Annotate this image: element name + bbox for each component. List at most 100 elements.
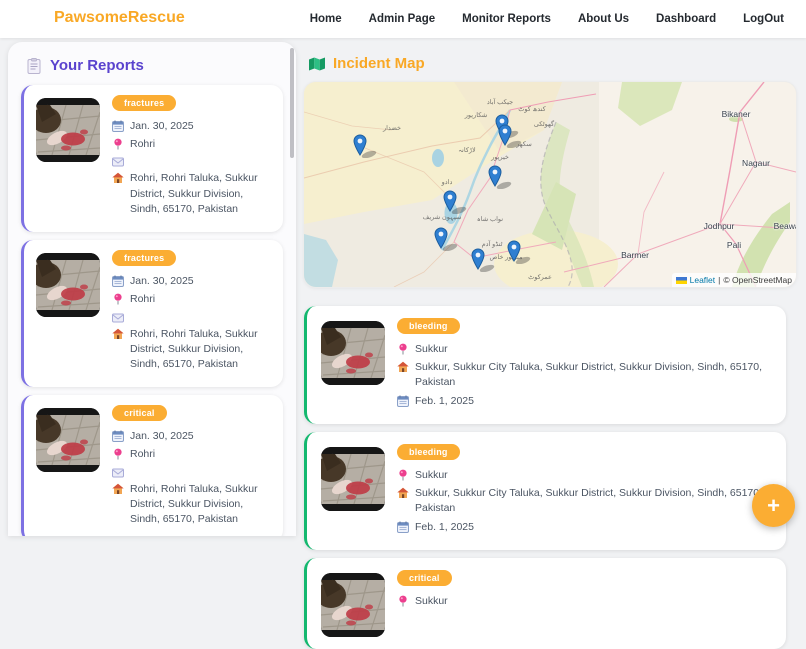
attribution-divider: | xyxy=(718,275,721,285)
leaflet-link[interactable]: Leaflet xyxy=(690,275,716,285)
detail-row xyxy=(112,155,273,168)
report-date: Jan. 30, 2025 xyxy=(130,430,194,443)
map-marker-icon[interactable] xyxy=(434,227,460,252)
detail-row: Rohri xyxy=(112,137,273,152)
clipboard-icon xyxy=(26,57,42,74)
map-marker-icon[interactable] xyxy=(507,240,533,265)
incident-address: Sukkur, Sukkur City Taluka, Sukkur Distr… xyxy=(415,361,763,389)
reports-list: fractures Jan. 30, 2025 Rohri Rohri, Rohri … xyxy=(8,85,296,536)
map-marker-icon[interactable] xyxy=(443,190,469,215)
incident-card[interactable]: bleeding Sukkur Sukkur, Sukkur City Taluka… xyxy=(304,306,786,424)
status-badge: bleeding xyxy=(397,318,460,334)
incident-card[interactable]: critical Sukkur xyxy=(304,557,786,649)
detail-row xyxy=(112,311,273,324)
detail-row: Rohri xyxy=(112,447,273,462)
status-badge: fractures xyxy=(112,95,177,111)
house-icon xyxy=(397,361,409,373)
nav-item-dashboard[interactable]: Dashboard xyxy=(656,13,716,25)
calendar-icon xyxy=(112,120,124,132)
card-details: critical Jan. 30, 2025 Rohri Rohri, Rohri T… xyxy=(112,405,273,530)
detail-row: Feb. 1, 2025 xyxy=(397,520,772,535)
calendar-icon xyxy=(112,430,124,443)
pin-icon xyxy=(397,595,409,607)
incident-city: Sukkur xyxy=(415,343,448,355)
mail-icon xyxy=(112,467,124,479)
report-address: Rohri, Rohri Taluka, Sukkur District, Su… xyxy=(130,327,258,370)
mail-icon xyxy=(112,312,124,324)
brand-logo[interactable]: PawsomeRescue xyxy=(54,9,185,27)
report-address: Rohri, Rohri Taluka, Sukkur District, Su… xyxy=(130,482,258,526)
openstreetmap-link[interactable]: © OpenStreetMap xyxy=(723,275,792,285)
nav-item-home[interactable]: Home xyxy=(310,13,342,25)
ukraine-flag-icon xyxy=(675,276,687,284)
animal-photo xyxy=(321,446,385,511)
report-date: Jan. 30, 2025 xyxy=(130,275,194,288)
detail-row: Sukkur xyxy=(397,342,772,357)
house-icon xyxy=(112,172,124,184)
detail-row: Sukkur, Sukkur City Taluka, Sukkur Distr… xyxy=(397,360,772,390)
top-navbar: PawsomeRescue Home Admin Page Monitor Repo… xyxy=(0,0,806,38)
card-details: fractures Jan. 30, 2025 Rohri Rohri, Rohri … xyxy=(112,250,273,375)
animal-photo xyxy=(321,321,385,385)
your-reports-panel: Your Reports fractures Jan. 30, 2025 Rohri… xyxy=(8,42,296,536)
calendar-icon xyxy=(112,275,124,288)
map-marker-icon[interactable] xyxy=(471,248,497,273)
detail-row: Jan. 30, 2025 xyxy=(112,274,273,289)
house-icon xyxy=(112,483,124,495)
pin-icon xyxy=(397,469,409,481)
pin-icon xyxy=(397,343,409,355)
detail-row: Rohri xyxy=(112,292,273,307)
pin-icon xyxy=(112,448,124,460)
incident-city: Sukkur xyxy=(415,594,448,607)
house-icon xyxy=(112,328,124,340)
map-marker-icon[interactable] xyxy=(353,134,379,159)
animal-photo xyxy=(321,572,385,637)
nav-item-about-us[interactable]: About Us xyxy=(578,13,629,25)
report-card[interactable]: critical Jan. 30, 2025 Rohri Rohri, Rohri T… xyxy=(21,395,283,536)
incident-date: Feb. 1, 2025 xyxy=(415,394,474,407)
calendar-icon xyxy=(397,395,409,407)
mail-icon xyxy=(112,156,124,168)
your-reports-title: Your Reports xyxy=(26,57,296,74)
map-attribution: Leaflet | © OpenStreetMap xyxy=(671,273,796,287)
nav-item-admin-page[interactable]: Admin Page xyxy=(369,13,435,25)
detail-row: Sukkur xyxy=(397,594,772,609)
incident-card[interactable]: bleeding Sukkur Sukkur, Sukkur City Taluka… xyxy=(304,431,786,550)
house-icon xyxy=(397,487,409,499)
pin-icon xyxy=(112,293,124,305)
detail-row: Feb. 1, 2025 xyxy=(397,394,772,409)
report-date: Jan. 30, 2025 xyxy=(130,120,194,132)
your-reports-label: Your Reports xyxy=(50,57,144,74)
incident-city: Sukkur xyxy=(415,468,448,481)
status-badge: critical xyxy=(112,405,167,422)
detail-row: Sukkur xyxy=(397,468,772,483)
report-card[interactable]: fractures Jan. 30, 2025 Rohri Rohri, Rohri … xyxy=(21,85,283,233)
incident-map-panel: Incident Map جیکب آباد کندھ کوٹ گھوٹکی ش… xyxy=(304,42,806,649)
report-address: Rohri, Rohri Taluka, Sukkur District, Su… xyxy=(130,172,258,215)
pin-icon xyxy=(112,138,124,150)
detail-row: Rohri, Rohri Taluka, Sukkur District, Su… xyxy=(112,171,273,217)
incident-date: Feb. 1, 2025 xyxy=(415,520,474,533)
animal-photo xyxy=(36,408,100,473)
status-badge: critical xyxy=(397,569,452,586)
left-panel-scrollbar[interactable] xyxy=(290,48,294,158)
animal-photo xyxy=(36,253,100,318)
map-icon xyxy=(309,57,325,71)
nav-item-monitor-reports[interactable]: Monitor Reports xyxy=(462,13,551,25)
report-city: Rohri xyxy=(130,293,156,306)
detail-row xyxy=(112,466,273,479)
map-marker-icon[interactable] xyxy=(498,124,524,149)
map-marker-icon[interactable] xyxy=(488,165,514,190)
add-report-fab[interactable]: + xyxy=(752,484,795,527)
card-details: bleeding Sukkur Sukkur, Sukkur City Taluka… xyxy=(397,443,772,538)
leaflet-map[interactable]: جیکب آباد کندھ کوٹ گھوٹکی شکارپور خضدار سکھر ل… xyxy=(304,82,796,287)
incident-address: Sukkur, Sukkur City Taluka, Sukkur Distr… xyxy=(415,487,763,515)
detail-row: Jan. 30, 2025 xyxy=(112,119,273,134)
card-details: fractures Jan. 30, 2025 Rohri Rohri, Rohri … xyxy=(112,95,273,220)
nav-item-logout[interactable]: LogOut xyxy=(743,13,784,25)
card-details: bleeding Sukkur Sukkur, Sukkur City Taluka… xyxy=(397,318,772,412)
report-card[interactable]: fractures Jan. 30, 2025 Rohri Rohri, Rohri … xyxy=(21,240,283,388)
detail-row: Rohri, Rohri Taluka, Sukkur District, Su… xyxy=(112,482,273,528)
detail-row: Sukkur, Sukkur City Taluka, Sukkur Distr… xyxy=(397,486,772,516)
detail-row: Jan. 30, 2025 xyxy=(112,429,273,444)
